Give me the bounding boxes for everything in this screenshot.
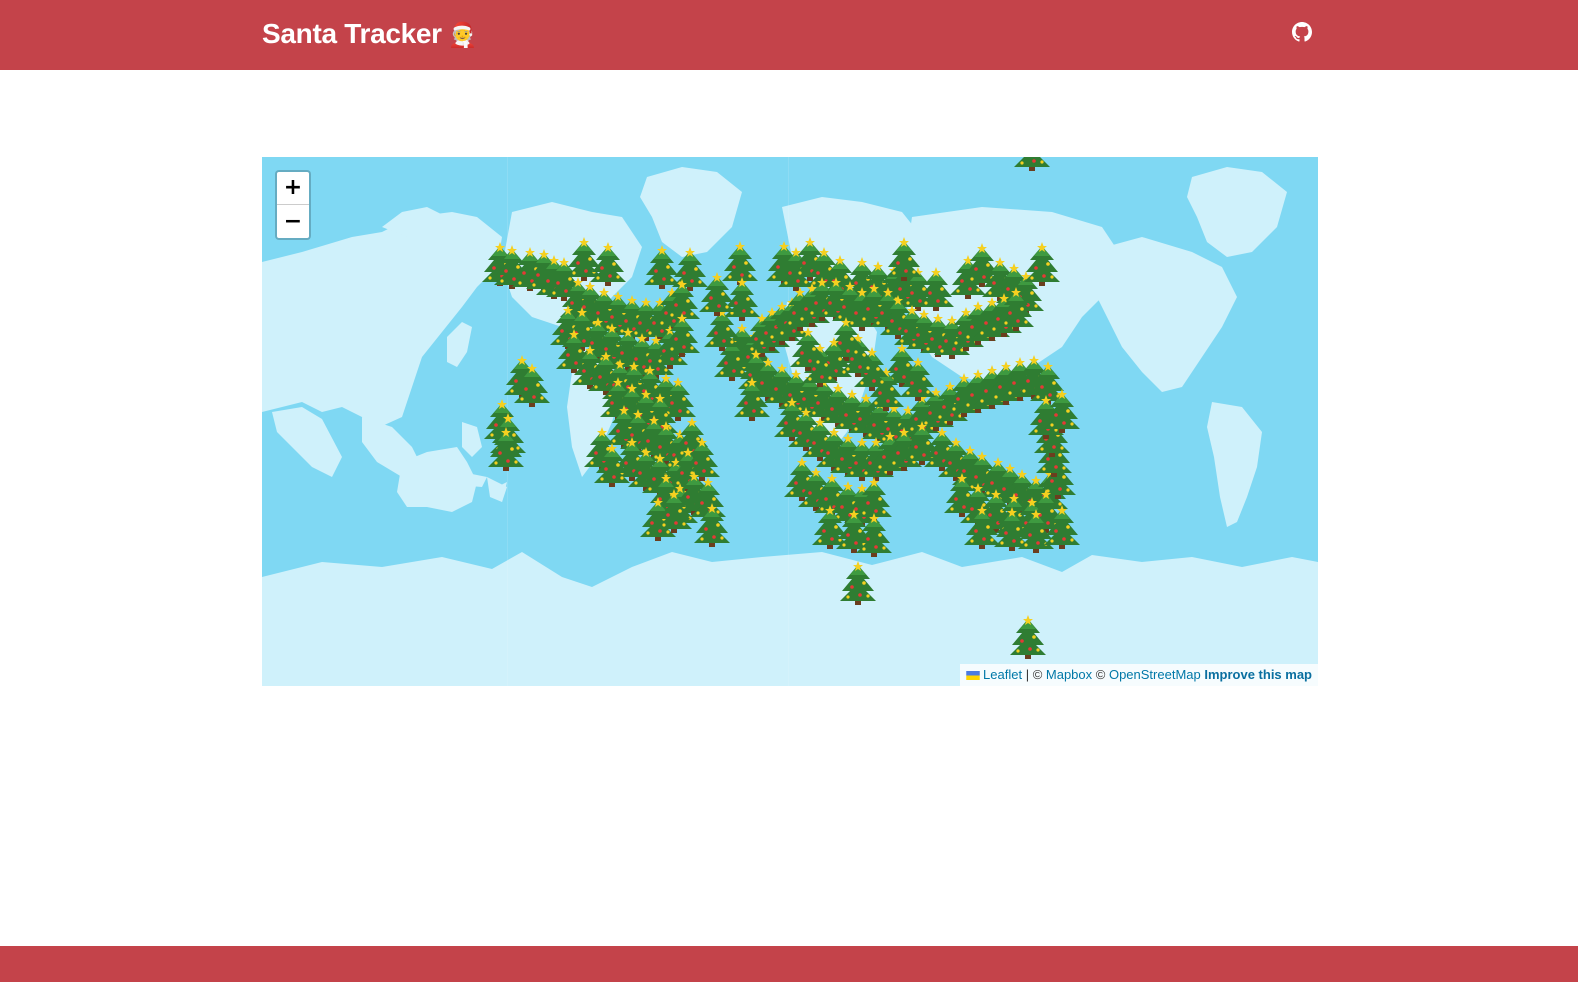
christmas-tree-icon[interactable] [882,237,926,281]
christmas-tree-icon[interactable] [1040,389,1084,433]
marker-layer[interactable] [262,157,1318,686]
improve-map-link[interactable]: Improve this map [1204,667,1312,682]
christmas-tree-icon[interactable] [1020,242,1064,286]
christmas-tree-icon[interactable] [590,443,634,487]
leaflet-link[interactable]: Leaflet [983,667,1022,682]
zoom-out-button[interactable]: − [277,205,309,238]
christmas-tree-icon[interactable] [786,327,830,371]
ukraine-flag-icon [966,671,980,680]
christmas-tree-icon[interactable] [695,272,739,316]
christmas-tree-icon[interactable] [994,287,1038,331]
footer-bar [0,946,1578,982]
attribution-separator: © [1092,667,1109,682]
christmas-tree-icon[interactable] [1010,157,1054,171]
github-link[interactable] [1292,22,1312,42]
openstreetmap-link[interactable]: OpenStreetMap [1109,667,1201,682]
christmas-tree-icon[interactable] [484,427,528,471]
santa-emoji-icon: 🧑‍🎄 [447,22,478,49]
christmas-tree-icon[interactable] [730,377,774,421]
zoom-in-button[interactable]: + [277,172,309,205]
mapbox-link[interactable]: Mapbox [1046,667,1092,682]
app-title-text: Santa Tracker [262,18,442,49]
christmas-tree-icon[interactable] [836,561,880,605]
christmas-tree-icon[interactable] [852,513,896,557]
github-icon [1292,22,1312,42]
zoom-control: + − [275,170,311,240]
christmas-tree-icon[interactable] [660,313,704,357]
world-map[interactable]: + − Leaflet | © Mapbox © OpenStreetMap I… [262,157,1318,686]
christmas-tree-icon[interactable] [690,503,734,547]
map-attribution: Leaflet | © Mapbox © OpenStreetMap Impro… [960,664,1318,686]
christmas-tree-icon[interactable] [1040,505,1084,549]
attribution-separator: | © [1022,667,1046,682]
christmas-tree-icon[interactable] [1006,615,1050,659]
header-bar: Santa Tracker 🧑‍🎄 [0,0,1578,70]
app-title[interactable]: Santa Tracker 🧑‍🎄 [262,16,478,52]
